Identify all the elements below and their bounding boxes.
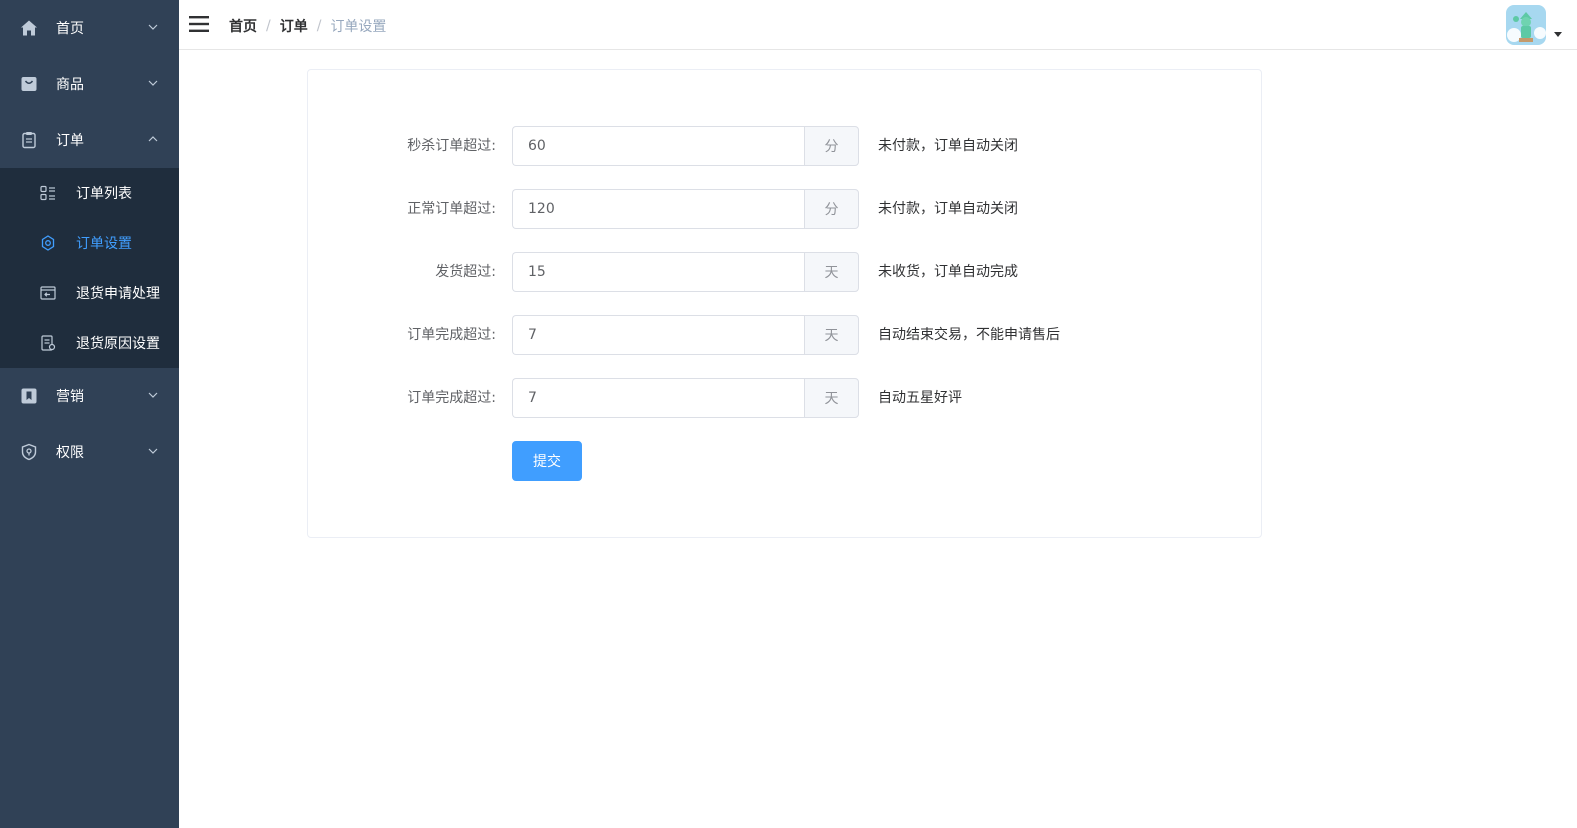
sidebar: 首页 商品 订单 订单列表 订单设置 退货申请处理 退货原因设置 营销 权限 xyxy=(0,0,179,828)
form-row-finish-close: 订单完成超过: 天 自动结束交易，不能申请售后 xyxy=(308,315,1263,355)
clipboard-icon xyxy=(20,131,38,149)
chevron-down-icon xyxy=(147,389,159,401)
sidebar-item-order-list[interactable]: 订单列表 xyxy=(0,168,179,218)
unit-append: 天 xyxy=(804,378,859,418)
menu-item-products[interactable]: 商品 xyxy=(0,56,179,112)
normal-order-timeout-input[interactable] xyxy=(512,189,804,229)
sidebar-item-order-settings[interactable]: 订单设置 xyxy=(0,218,179,268)
menu-label-permissions: 权限 xyxy=(56,445,84,461)
input-group: 天 xyxy=(512,378,859,418)
chevron-down-icon xyxy=(147,445,159,457)
sidebar-item-label: 订单列表 xyxy=(76,186,132,202)
submit-button[interactable]: 提交 xyxy=(512,441,582,481)
hamburger-menu-icon[interactable] xyxy=(189,15,209,33)
order-settings-card: 秒杀订单超过: 分 未付款，订单自动关闭 正常订单超过: 分 未付款，订单自动关… xyxy=(307,69,1262,538)
caret-down-icon xyxy=(1554,32,1562,37)
breadcrumb-home[interactable]: 首页 xyxy=(229,16,257,36)
menu-label-marketing: 营销 xyxy=(56,389,84,405)
navbar: 首页 / 订单 / 订单设置 xyxy=(179,0,1577,50)
finish-close-timeout-input[interactable] xyxy=(512,315,804,355)
document-icon xyxy=(40,335,56,351)
breadcrumb-separator: / xyxy=(266,18,271,34)
form-tip: 未收货，订单自动完成 xyxy=(878,264,1018,280)
chevron-up-icon xyxy=(147,133,159,145)
sidebar-item-return-requests[interactable]: 退货申请处理 xyxy=(0,268,179,318)
breadcrumb: 首页 / 订单 / 订单设置 xyxy=(229,16,386,36)
shield-icon xyxy=(20,443,38,461)
form-label: 订单完成超过: xyxy=(407,327,496,343)
form-row-delivery: 发货超过: 天 未收货，订单自动完成 xyxy=(308,252,1263,292)
unit-append: 分 xyxy=(804,126,859,166)
form-label: 订单完成超过: xyxy=(407,390,496,406)
form-label: 发货超过: xyxy=(435,264,496,280)
sidebar-item-return-reasons[interactable]: 退货原因设置 xyxy=(0,318,179,368)
flash-sale-timeout-input[interactable] xyxy=(512,126,804,166)
sidebar-item-label: 订单设置 xyxy=(76,236,132,252)
user-dropdown[interactable] xyxy=(1506,5,1562,45)
unit-append: 天 xyxy=(804,252,859,292)
form-label: 正常订单超过: xyxy=(407,201,496,217)
form-row-flash-sale: 秒杀订单超过: 分 未付款，订单自动关闭 xyxy=(308,126,1263,166)
form-row-normal-order: 正常订单超过: 分 未付款，订单自动关闭 xyxy=(308,189,1263,229)
form-tip: 自动结束交易，不能申请售后 xyxy=(878,327,1060,343)
input-group: 分 xyxy=(512,126,859,166)
input-group: 天 xyxy=(512,315,859,355)
finish-comment-timeout-input[interactable] xyxy=(512,378,804,418)
chevron-down-icon xyxy=(147,21,159,33)
menu-item-orders[interactable]: 订单 xyxy=(0,112,179,168)
menu-label-orders: 订单 xyxy=(56,133,84,149)
menu-item-permissions[interactable]: 权限 xyxy=(0,424,179,480)
return-icon xyxy=(40,285,56,301)
home-icon xyxy=(20,19,38,37)
menu-label-products: 商品 xyxy=(56,77,84,93)
menu-label-home: 首页 xyxy=(56,21,84,37)
list-icon xyxy=(40,185,56,201)
breadcrumb-separator: / xyxy=(316,18,322,34)
chevron-down-icon xyxy=(147,77,159,89)
menu-item-marketing[interactable]: 营销 xyxy=(0,368,179,424)
form-tip: 未付款，订单自动关闭 xyxy=(878,138,1018,154)
breadcrumb-current: 订单设置 xyxy=(330,19,387,35)
gear-icon xyxy=(40,235,56,251)
breadcrumb-orders[interactable]: 订单 xyxy=(280,16,308,36)
menu-item-home[interactable]: 首页 xyxy=(0,0,179,56)
bag-icon xyxy=(20,75,38,93)
unit-append: 分 xyxy=(804,189,859,229)
input-group: 分 xyxy=(512,189,859,229)
sidebar-item-label: 退货申请处理 xyxy=(76,286,160,302)
form-tip: 自动五星好评 xyxy=(878,390,962,406)
avatar[interactable] xyxy=(1506,5,1546,45)
sidebar-item-label: 退货原因设置 xyxy=(76,336,160,352)
unit-append: 天 xyxy=(804,315,859,355)
order-submenu: 订单列表 订单设置 退货申请处理 退货原因设置 xyxy=(0,168,179,368)
form-label: 秒杀订单超过: xyxy=(407,138,496,154)
delivery-timeout-input[interactable] xyxy=(512,252,804,292)
bookmark-icon xyxy=(20,387,38,405)
form-row-finish-comment: 订单完成超过: 天 自动五星好评 xyxy=(308,378,1263,418)
input-group: 天 xyxy=(512,252,859,292)
form-tip: 未付款，订单自动关闭 xyxy=(878,201,1018,217)
